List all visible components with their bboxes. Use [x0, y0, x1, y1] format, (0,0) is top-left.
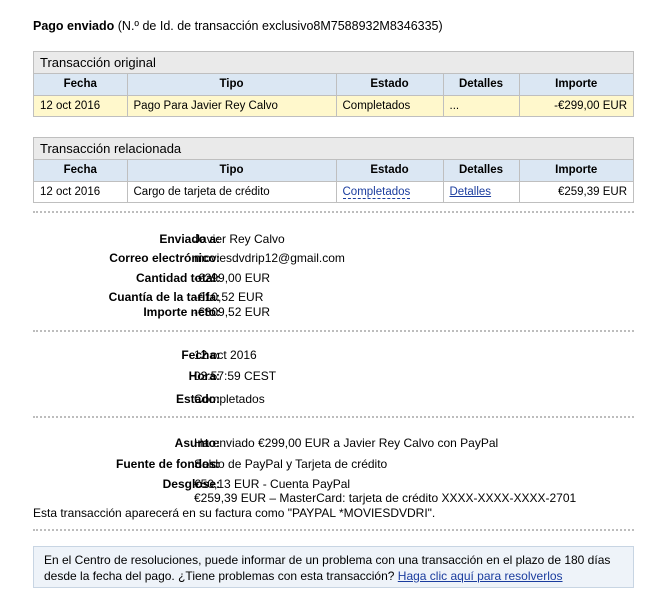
cell-importe: €259,39 EUR [557, 185, 627, 198]
resolution-center-notice: En el Centro de resoluciones, puede info… [33, 546, 634, 588]
detail-tarifa: Cuantía de la tarifa: -€10,52 EUR [33, 290, 634, 306]
cell-detalles: Detalles [443, 181, 520, 202]
original-transaction-table: Fecha Tipo Estado Detalles Importe 12 oc… [34, 74, 633, 116]
cantidad-value: -€299,00 EUR [194, 271, 271, 285]
detail-asunto: Asunto: Ha enviado €299,00 EUR a Javier … [33, 436, 634, 452]
original-transaction-heading: Transacción original [34, 52, 633, 74]
estado-link[interactable]: Completados [342, 185, 411, 199]
notice-line-2: desde la fecha del pago. ¿Tiene problema… [44, 568, 623, 584]
divider [33, 529, 634, 531]
detail-desglose-2: €259,39 EUR – MasterCard: tarjeta de cré… [33, 491, 634, 507]
col-fecha: Fecha [34, 74, 128, 96]
desglose-line-2: €259,39 EUR – MasterCard: tarjeta de cré… [194, 491, 577, 505]
cell-importe: -€299,00 EUR [519, 95, 633, 116]
tarifa-value: -€10,52 EUR [194, 290, 264, 304]
title-transaction-id: (N.º de Id. de transacción exclusivo8M75… [117, 19, 443, 33]
hora-value: 03:57:59 CEST [194, 369, 277, 383]
detail-enviado: Enviado a: Javier Rey Calvo [33, 232, 634, 248]
resolve-link[interactable]: Haga clic aquí para resolverlos [398, 569, 563, 583]
divider [33, 211, 634, 213]
fuente-value: Saldo de PayPal y Tarjeta de crédito [194, 457, 388, 471]
col-detalles: Detalles [443, 74, 520, 96]
table-row: 12 oct 2016 Pago Para Javier Rey Calvo C… [34, 95, 633, 116]
col-importe: Importe [519, 74, 633, 96]
table-row: 12 oct 2016 Cargo de tarjeta de crédito … [34, 181, 633, 202]
correo-value: moviesdvdrip12@gmail.com [194, 251, 345, 265]
cell-fecha: 12 oct 2016 [34, 95, 128, 116]
col-detalles: Detalles [443, 160, 520, 182]
col-tipo: Tipo [127, 160, 337, 182]
detail-estado: Estado: Completados [33, 392, 634, 408]
divider [33, 330, 634, 332]
fecha-value: 12 oct 2016 [194, 348, 257, 362]
detail-cantidad: Cantidad total: -€299,00 EUR [33, 271, 634, 287]
neto-value: -€309,52 EUR [194, 305, 271, 319]
notice-line-1: En el Centro de resoluciones, puede info… [44, 553, 611, 567]
related-transaction-table: Fecha Tipo Estado Detalles Importe 12 oc… [34, 160, 633, 202]
col-estado: Estado [336, 74, 444, 96]
related-transaction-heading: Transacción relacionada [34, 138, 633, 160]
cell-estado: Completados [336, 181, 444, 202]
detail-fuente: Fuente de fondos: Saldo de PayPal y Tarj… [33, 457, 634, 473]
col-fecha: Fecha [34, 160, 128, 182]
asunto-value: Ha enviado €299,00 EUR a Javier Rey Calv… [194, 436, 499, 450]
cell-tipo: Pago Para Javier Rey Calvo [127, 95, 337, 116]
detail-hora: Hora: 03:57:59 CEST [33, 369, 634, 385]
detail-correo: Correo electrónico: moviesdvdrip12@gmail… [33, 251, 634, 267]
cell-detalles: ... [443, 95, 520, 116]
title-status: Pago enviado [33, 19, 115, 33]
cell-tipo: Cargo de tarjeta de crédito [127, 181, 337, 202]
cell-estado: Completados [336, 95, 444, 116]
original-transaction-panel: Transacción original Fecha Tipo Estado D… [33, 51, 634, 117]
estado-value: Completados [194, 392, 265, 406]
detalles-link[interactable]: Detalles [450, 186, 492, 198]
statement-note: Esta transacción aparecerá en su factura… [33, 506, 436, 520]
desglose-line-1: €50,13 EUR - Cuenta PayPal [194, 477, 351, 491]
notice-text: desde la fecha del pago. ¿Tiene problema… [44, 569, 395, 583]
detail-fecha: Fecha: 12 oct 2016 [33, 348, 634, 364]
cell-fecha: 12 oct 2016 [34, 181, 128, 202]
related-transaction-panel: Transacción relacionada Fecha Tipo Estad… [33, 137, 634, 203]
col-tipo: Tipo [127, 74, 337, 96]
col-importe: Importe [519, 160, 633, 182]
page-title: Pago enviado (N.º de Id. de transacción … [33, 19, 443, 33]
divider [33, 416, 634, 418]
col-estado: Estado [336, 160, 444, 182]
detail-neto: Importe neto: -€309,52 EUR [33, 305, 634, 321]
enviado-value: Javier Rey Calvo [194, 232, 285, 246]
